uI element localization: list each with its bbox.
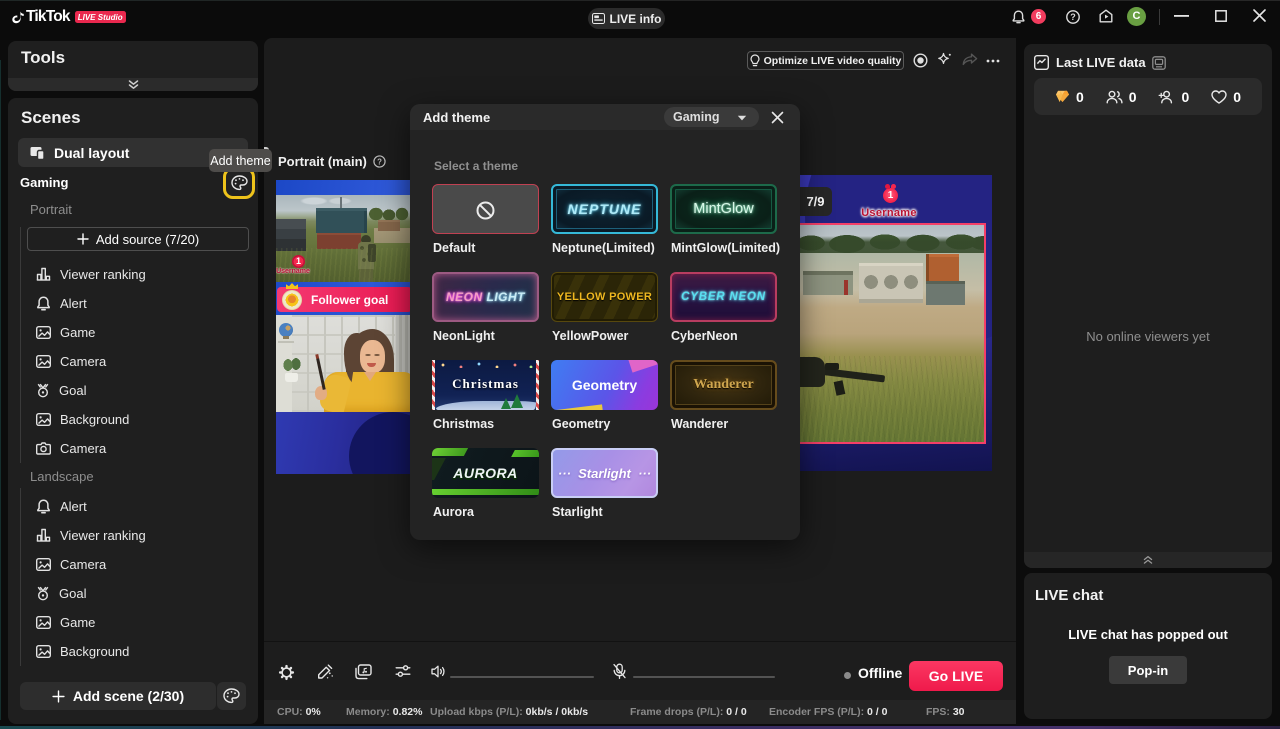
- svg-text:?: ?: [377, 157, 382, 166]
- svg-text:?: ?: [1070, 12, 1076, 22]
